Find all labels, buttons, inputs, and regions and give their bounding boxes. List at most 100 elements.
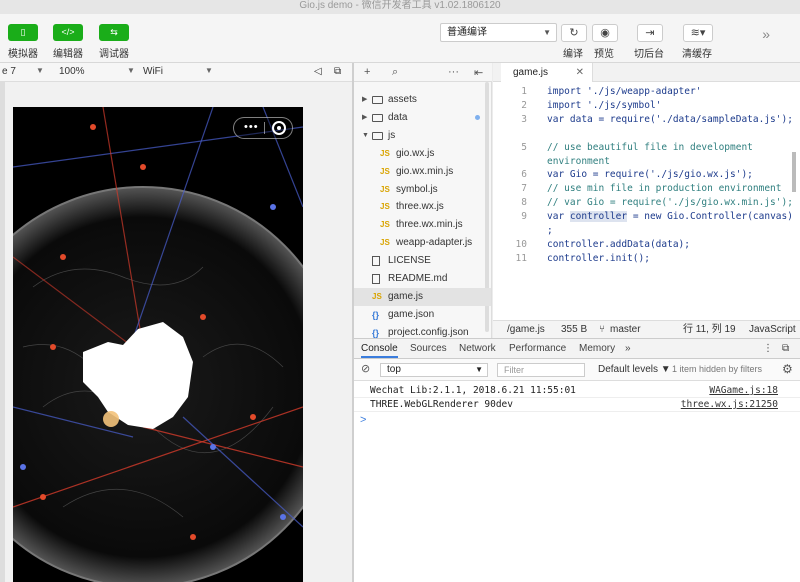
code-text: import './js/weapp-adapter'	[547, 86, 702, 97]
popout-icon[interactable]: ⧉	[334, 66, 341, 77]
capsule-menu[interactable]: •••	[233, 117, 293, 139]
code-text: ;	[547, 225, 553, 236]
dock-icon[interactable]: ⧉	[782, 343, 789, 354]
code-line[interactable]: 11 controller.init();	[493, 252, 800, 266]
phone-screen[interactable]: •••	[13, 107, 303, 582]
tree-item-symbol-js[interactable]: JS symbol.js	[354, 181, 491, 199]
code-line[interactable]: 8 // var Gio = require('./js/gio.wx.min.j…	[493, 196, 800, 210]
tree-item-weapp-adapter-js[interactable]: JS weapp-adapter.js	[354, 234, 491, 252]
collapse-icon[interactable]: ⇤	[474, 66, 483, 79]
code-text: var data = require('./data/sampleData.js…	[547, 113, 793, 125]
js-file-icon: JS	[380, 148, 390, 158]
code-line[interactable]: 1 import './js/weapp-adapter'	[493, 85, 800, 99]
code-line[interactable]: 6 var Gio = require('./js/gio.wx.js');	[493, 168, 800, 182]
tab-network[interactable]: Network	[459, 343, 496, 354]
code-line[interactable]: 3 var data = require('./data/sampleData.j…	[493, 113, 800, 127]
simulator-scrollbar[interactable]	[0, 82, 5, 582]
tree-item-readme-md[interactable]: README.md	[354, 270, 491, 288]
context-select[interactable]: top ▼	[380, 363, 488, 377]
compile-mode-select[interactable]: 普通编译 ▼	[440, 23, 557, 42]
chevron-right-icon[interactable]: ▶	[362, 91, 367, 109]
tree-item-data[interactable]: ▶ data	[354, 109, 491, 127]
chevron-right-icon[interactable]: ▶	[362, 109, 367, 127]
console-filter-bar: ⊘ top ▼ Filter Default levels ▼ 1 item h…	[354, 359, 800, 381]
hidden-count-text: 1 item hidden by filters	[672, 364, 763, 374]
eye-icon[interactable]: ◉	[592, 24, 618, 42]
add-icon[interactable]: +	[364, 66, 370, 78]
editor-toggle-button[interactable]: </>	[53, 24, 83, 41]
line-number: 6	[521, 169, 527, 181]
js-file-icon: JS	[380, 202, 390, 212]
background-icon[interactable]: ⇥	[637, 24, 663, 42]
tree-item-three-wx-js[interactable]: JS three.wx.js	[354, 198, 491, 216]
chevron-down-icon: ▼	[36, 66, 44, 75]
tree-item-js[interactable]: ▼ js	[354, 127, 491, 145]
code-line[interactable]: 10 controller.addData(data);	[493, 238, 800, 252]
refresh-icon[interactable]: ↻	[561, 24, 587, 42]
log-levels-select[interactable]: Default levels ▼	[598, 364, 671, 375]
simulator-toggle-button[interactable]: ▯	[8, 24, 38, 41]
file-icon	[372, 274, 380, 284]
log-source-link[interactable]: WAGame.js:18	[709, 384, 778, 398]
code-line[interactable]: ;	[493, 224, 800, 238]
filter-input[interactable]: Filter	[497, 363, 585, 377]
tree-item-three-wx-min-js[interactable]: JS three.wx.min.js	[354, 216, 491, 234]
clear-cache-label: 清缓存	[682, 49, 712, 60]
chevron-down-icon: ▼	[475, 365, 483, 374]
code-editor[interactable]: 1 import './js/weapp-adapter' 2 import './j…	[493, 82, 800, 320]
line-number: 7	[521, 183, 527, 195]
layers-icon[interactable]: ≋▾	[683, 24, 713, 42]
tab-memory[interactable]: Memory	[579, 343, 615, 354]
js-file-icon: JS	[372, 291, 382, 301]
tree-item-gio-wx-min-js[interactable]: JS gio.wx.min.js	[354, 163, 491, 181]
status-position[interactable]: 行 11, 列 19	[683, 321, 736, 338]
device-select[interactable]: e 7	[2, 66, 16, 77]
line-number: 1	[521, 86, 527, 97]
tab-console[interactable]: Console	[361, 343, 398, 358]
kebab-menu-icon[interactable]: ⋮	[763, 343, 773, 354]
more-chevron-icon[interactable]: »	[762, 26, 770, 42]
code-line[interactable]	[493, 127, 800, 141]
close-icon[interactable]: ✕	[576, 63, 584, 82]
code-line[interactable]: environment	[493, 155, 800, 169]
more-tabs-icon[interactable]: »	[625, 343, 631, 354]
code-line[interactable]: 2 import './js/symbol'	[493, 99, 800, 113]
tree-item-game-json[interactable]: {} game.json	[354, 306, 491, 324]
file-icon	[372, 256, 380, 267]
tree-item-gio-wx-js[interactable]: JS gio.wx.js	[354, 145, 491, 163]
console-prompt-icon[interactable]: >	[360, 414, 366, 426]
zoom-select[interactable]: 100%	[59, 66, 85, 77]
tree-item-project-config-json[interactable]: {} project.config.json	[354, 324, 491, 338]
search-icon[interactable]: ⌕	[392, 66, 398, 79]
editor-tab-bar: game.js ✕	[493, 63, 800, 82]
tree-item-label: game.json	[388, 308, 435, 320]
tab-performance[interactable]: Performance	[509, 343, 566, 354]
code-line[interactable]: 5 // use beautiful file in development	[493, 141, 800, 155]
editor-tab-game-js[interactable]: game.js ✕	[501, 63, 593, 82]
tree-item-label: project.config.json	[388, 326, 469, 338]
more-icon[interactable]: ···	[448, 66, 459, 78]
log-source-link[interactable]: three.wx.js:21250	[681, 398, 778, 412]
more-dots-icon[interactable]: •••	[244, 121, 259, 133]
tree-item-license[interactable]: LICENSE	[354, 252, 491, 270]
network-select[interactable]: WiFi	[143, 66, 163, 77]
tree-item-game-js[interactable]: JS game.js	[354, 287, 491, 306]
speaker-icon[interactable]: ◁	[314, 66, 322, 77]
tree-item-label: three.wx.min.js	[396, 219, 463, 231]
folder-icon	[372, 113, 383, 122]
chevron-down-icon: ▼	[543, 28, 551, 37]
code-line[interactable]: 9 var controller = new Gio.Controller(can…	[493, 210, 800, 224]
debugger-toggle-button[interactable]: ⇆	[99, 24, 129, 41]
tree-item-assets[interactable]: ▶ assets	[354, 91, 491, 109]
code-line[interactable]: 7 // use min file in production environme…	[493, 182, 800, 196]
line-number: 5	[521, 141, 527, 153]
status-branch[interactable]: master	[610, 321, 641, 338]
tree-item-label: gio.wx.js	[396, 147, 435, 159]
line-number: 9	[521, 211, 527, 223]
tab-sources[interactable]: Sources	[410, 343, 447, 354]
gear-icon[interactable]: ⚙	[782, 362, 793, 376]
close-circle-icon[interactable]	[272, 121, 286, 135]
block-icon[interactable]: ⊘	[361, 362, 370, 375]
status-language[interactable]: JavaScript	[749, 321, 796, 338]
chevron-down-icon[interactable]: ▼	[362, 127, 369, 145]
